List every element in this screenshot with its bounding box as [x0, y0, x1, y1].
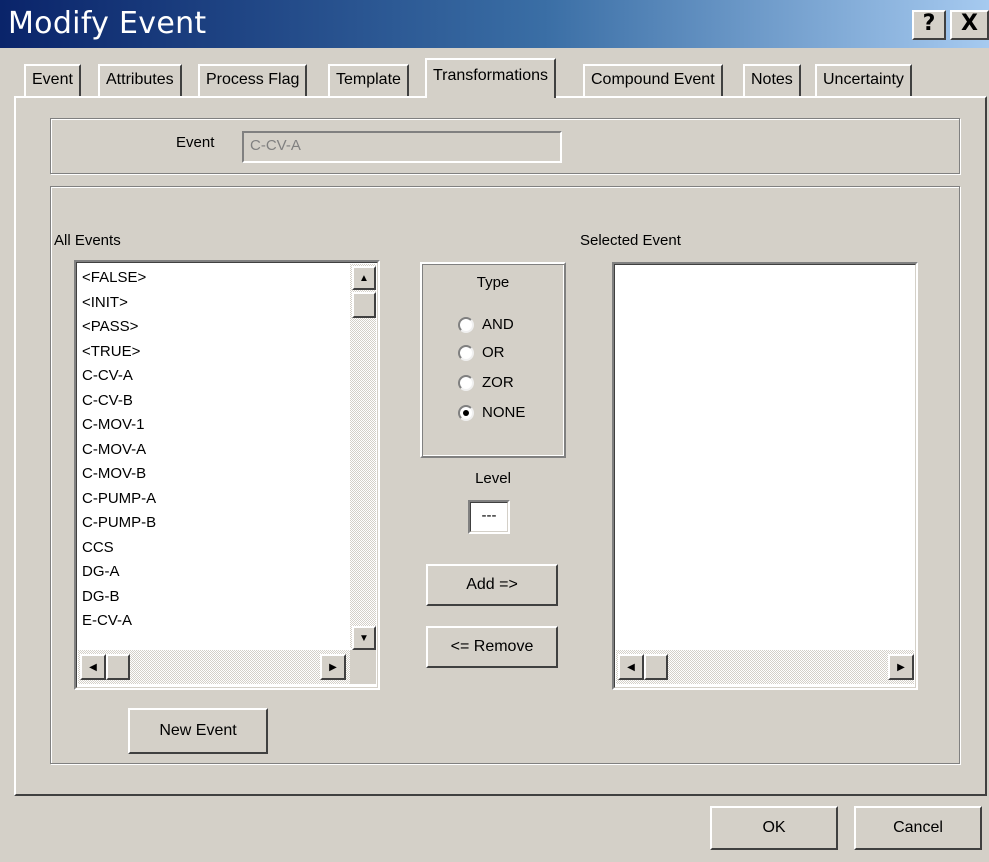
tab-transformations[interactable]: Transformations — [425, 58, 556, 98]
tab-template[interactable]: Template — [328, 64, 409, 96]
window-title: Modify Event — [8, 6, 207, 41]
radio-or[interactable]: OR — [458, 344, 558, 364]
radio-none-label: NONE — [482, 404, 526, 421]
level-label: Level — [475, 470, 511, 487]
close-button[interactable]: X — [950, 10, 989, 40]
list-item[interactable]: C-MOV-1 — [82, 413, 145, 437]
radio-or-circle — [458, 345, 474, 361]
list-item[interactable]: C-PUMP-B — [82, 511, 156, 535]
tab-compound-event[interactable]: Compound Event — [583, 64, 723, 96]
scroll-left-arrow-icon[interactable]: ◀ — [618, 654, 644, 680]
list-item[interactable]: C-MOV-B — [82, 462, 146, 486]
list-item[interactable]: <TRUE> — [82, 340, 140, 364]
all-events-vscroll-thumb[interactable] — [352, 292, 376, 318]
radio-zor-circle — [458, 375, 474, 391]
level-field[interactable]: --- — [468, 500, 510, 534]
radio-and-circle — [458, 317, 474, 333]
scroll-corner — [350, 650, 376, 684]
event-field: C-CV-A — [242, 131, 562, 163]
list-item[interactable]: <PASS> — [82, 315, 138, 339]
help-button[interactable]: ? — [912, 10, 946, 40]
radio-zor[interactable]: ZOR — [458, 374, 558, 394]
tab-event[interactable]: Event — [24, 64, 81, 96]
ok-button[interactable]: OK — [710, 806, 838, 850]
radio-and[interactable]: AND — [458, 316, 558, 336]
list-item[interactable]: C-CV-B — [82, 389, 133, 413]
tab-notes[interactable]: Notes — [743, 64, 801, 96]
scroll-up-arrow-icon[interactable]: ▲ — [352, 266, 376, 290]
list-item[interactable]: DG-A — [82, 560, 120, 584]
all-events-hscroll-thumb[interactable] — [106, 654, 130, 680]
all-events-items: <FALSE> <INIT> <PASS> <TRUE> C-CV-A C-CV-B C-M… — [78, 266, 346, 646]
selected-event-label: Selected Event — [580, 232, 681, 249]
list-item[interactable]: C-CV-A — [82, 364, 133, 388]
level-value: --- — [481, 507, 497, 524]
scroll-right-arrow-icon[interactable]: ▶ — [888, 654, 914, 680]
event-field-value: C-CV-A — [250, 137, 301, 154]
scroll-right-arrow-icon[interactable]: ▶ — [320, 654, 346, 680]
radio-and-label: AND — [482, 316, 514, 333]
all-events-vscroll-track[interactable] — [350, 264, 376, 648]
tab-attributes[interactable]: Attributes — [98, 64, 182, 96]
tab-process-flag[interactable]: Process Flag — [198, 64, 308, 96]
cancel-button[interactable]: Cancel — [854, 806, 982, 850]
remove-button[interactable]: <= Remove — [426, 626, 558, 668]
type-group: Type AND OR ZOR NONE — [420, 262, 566, 458]
radio-or-label: OR — [482, 344, 505, 361]
radio-zor-label: ZOR — [482, 374, 514, 391]
event-label: Event — [176, 134, 215, 151]
list-item[interactable]: <INIT> — [82, 291, 128, 315]
selected-event-hscroll-thumb[interactable] — [644, 654, 668, 680]
all-events-list[interactable]: <FALSE> <INIT> <PASS> <TRUE> C-CV-A C-CV-B C-M… — [74, 260, 380, 690]
radio-none-circle — [458, 405, 474, 421]
radio-none[interactable]: NONE — [458, 404, 558, 424]
list-item[interactable]: DG-B — [82, 585, 120, 609]
list-item[interactable]: E-CV-A — [82, 609, 132, 633]
selected-event-list[interactable]: ◀ ▶ — [612, 262, 918, 690]
list-item[interactable]: C-MOV-A — [82, 438, 146, 462]
type-label: Type — [476, 274, 510, 291]
list-item[interactable]: C-PUMP-A — [82, 487, 156, 511]
new-event-button[interactable]: New Event — [128, 708, 268, 754]
title-bar[interactable]: Modify Event ? X — [0, 0, 989, 48]
list-item[interactable]: CCS — [82, 536, 114, 560]
add-button[interactable]: Add => — [426, 564, 558, 606]
all-events-label: All Events — [54, 232, 121, 249]
tab-uncertainty[interactable]: Uncertainty — [815, 64, 912, 96]
scroll-left-arrow-icon[interactable]: ◀ — [80, 654, 106, 680]
list-item[interactable]: <FALSE> — [82, 266, 146, 290]
scroll-down-arrow-icon[interactable]: ▼ — [352, 626, 376, 650]
